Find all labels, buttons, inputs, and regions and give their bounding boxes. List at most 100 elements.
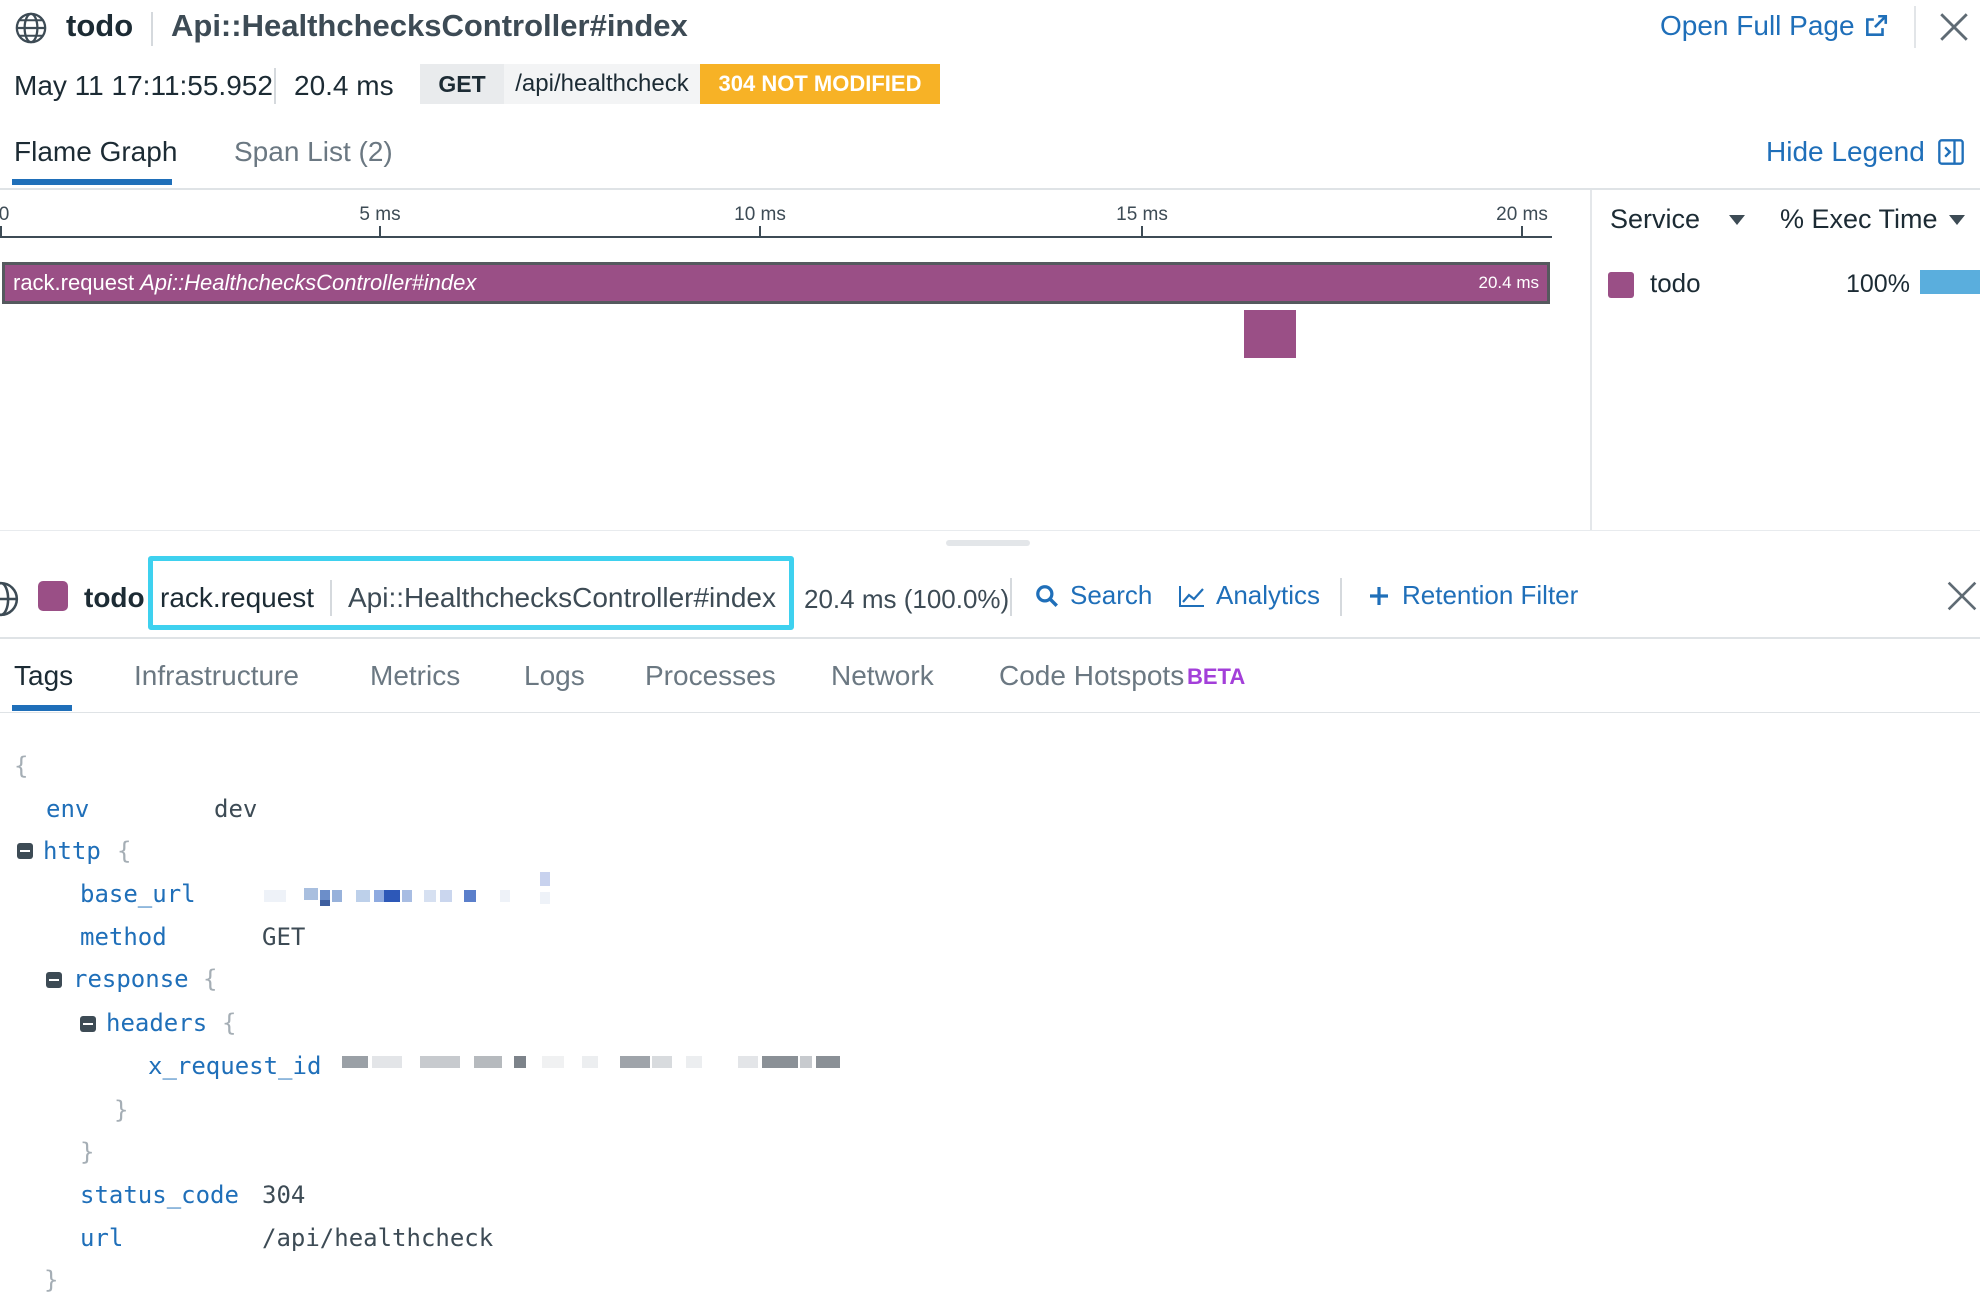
tab-network[interactable]: Network [831,660,934,692]
search-button[interactable]: Search [1034,580,1152,611]
child-span-bar[interactable] [1244,310,1296,358]
tag-key: http [43,837,101,865]
json-brace: { [117,837,132,865]
tick-mark [0,226,2,238]
hide-legend-button[interactable]: Hide Legend [1766,136,1965,168]
json-brace: { [14,752,29,780]
tag-value: dev [214,795,258,823]
analytics-button[interactable]: Analytics [1178,580,1320,611]
close-icon[interactable] [1946,580,1978,612]
collapse-icon[interactable] [17,843,33,859]
tag-value: GET [262,923,306,951]
service-color-swatch [1608,272,1634,298]
active-tab-indicator [12,179,172,185]
tab-processes[interactable]: Processes [645,660,776,692]
tag-key: x_request_id [148,1052,322,1080]
open-full-page-link[interactable]: Open Full Page [1660,10,1889,42]
tick-label: 0 [0,204,10,225]
resize-handle[interactable] [946,540,1030,546]
json-brace: } [114,1096,129,1124]
globe-icon [15,12,47,44]
search-label: Search [1070,580,1153,610]
collapse-icon[interactable] [80,1016,96,1032]
tick-label: 10 ms [734,204,786,225]
tag-key: base_url [80,880,196,908]
tick-mark [759,226,761,238]
time-axis: 0 5 ms 10 ms 15 ms 20 ms [0,190,1560,250]
retention-filter-label: Retention Filter [1402,580,1579,610]
span-service-name: todo [84,582,145,613]
divider [1590,190,1592,530]
tick-mark [379,226,381,238]
tick-label: 15 ms [1116,204,1168,225]
search-icon [1036,584,1058,607]
tag-value: /api/healthcheck [262,1224,494,1252]
json-brace: } [44,1266,59,1294]
hide-legend-label: Hide Legend [1766,136,1925,167]
tag-key: env [46,795,90,823]
legend-exec-time-header[interactable]: % Exec Time [1780,204,1938,235]
timestamp: May 11 17:11:55.952 [14,70,273,101]
tab-infrastructure[interactable]: Infrastructure [134,660,299,692]
tick-mark [1141,226,1143,238]
tab-code-hotspots[interactable]: Code Hotspots [999,660,1184,692]
panel-collapse-icon [1937,139,1964,165]
service-color-swatch [38,581,68,611]
collapse-icon[interactable] [46,972,62,988]
divider [0,712,1980,713]
analytics-label: Analytics [1216,580,1321,610]
legend-exec-pct: 100% [1846,270,1910,298]
exec-time-bar [1920,270,1980,294]
globe-icon [0,581,19,617]
tag-key: url [80,1224,124,1252]
flame-span-bar[interactable]: rack.request Api::HealthchecksController#… [2,262,1550,304]
tab-logs[interactable]: Logs [524,660,585,692]
span-name: rack.request [13,270,135,295]
service-name: todo [66,8,134,43]
tag-key: headers [106,1009,208,1037]
resource-title: Api::HealthchecksController#index [171,8,688,43]
tick-label: 20 ms [1496,204,1548,225]
caret-down-icon[interactable] [1728,214,1746,226]
http-path-badge: /api/healthcheck [504,64,700,104]
span-operation-name: rack.request [160,582,315,613]
legend-service-header[interactable]: Service [1610,204,1700,235]
open-full-page-label: Open Full Page [1660,10,1855,41]
span-resource: Api::HealthchecksController#index [140,270,477,295]
tab-metrics[interactable]: Metrics [370,660,460,692]
span-duration: 20.4 ms (100.0%) [804,584,1010,614]
span-duration: 20.4 ms [1478,273,1539,292]
tag-value: 304 [262,1181,306,1209]
external-link-icon [1865,14,1887,36]
retention-filter-button[interactable]: Retention Filter [1368,580,1578,611]
divider [274,68,276,104]
tag-key: method [80,923,167,951]
line-chart-icon [1179,585,1204,607]
tick-mark [1521,226,1523,238]
tick-label: 5 ms [359,204,401,225]
tag-key: response [73,965,189,993]
axis-line [0,236,1552,238]
json-brace: { [222,1009,237,1037]
divider [330,580,332,616]
span-resource-name: Api::HealthchecksController#index [348,582,776,613]
caret-down-icon[interactable] [1948,214,1966,226]
http-method-badge: GET [420,64,504,104]
json-brace: { [203,965,218,993]
status-badge: 304 NOT MODIFIED [700,64,940,104]
redacted-value [264,870,564,906]
tag-key: status_code [80,1181,239,1209]
beta-badge: BETA [1187,664,1246,689]
close-icon[interactable] [1937,10,1971,44]
json-brace: } [80,1138,95,1166]
tab-span-list[interactable]: Span List (2) [234,136,393,168]
duration: 20.4 ms [294,70,394,101]
divider [151,12,153,46]
divider [1914,6,1916,48]
redacted-value [342,1056,862,1070]
divider [0,637,1980,639]
tab-flame-graph[interactable]: Flame Graph [14,136,177,168]
tab-tags[interactable]: Tags [14,660,73,692]
plus-icon [1370,586,1388,605]
divider [1340,578,1342,616]
